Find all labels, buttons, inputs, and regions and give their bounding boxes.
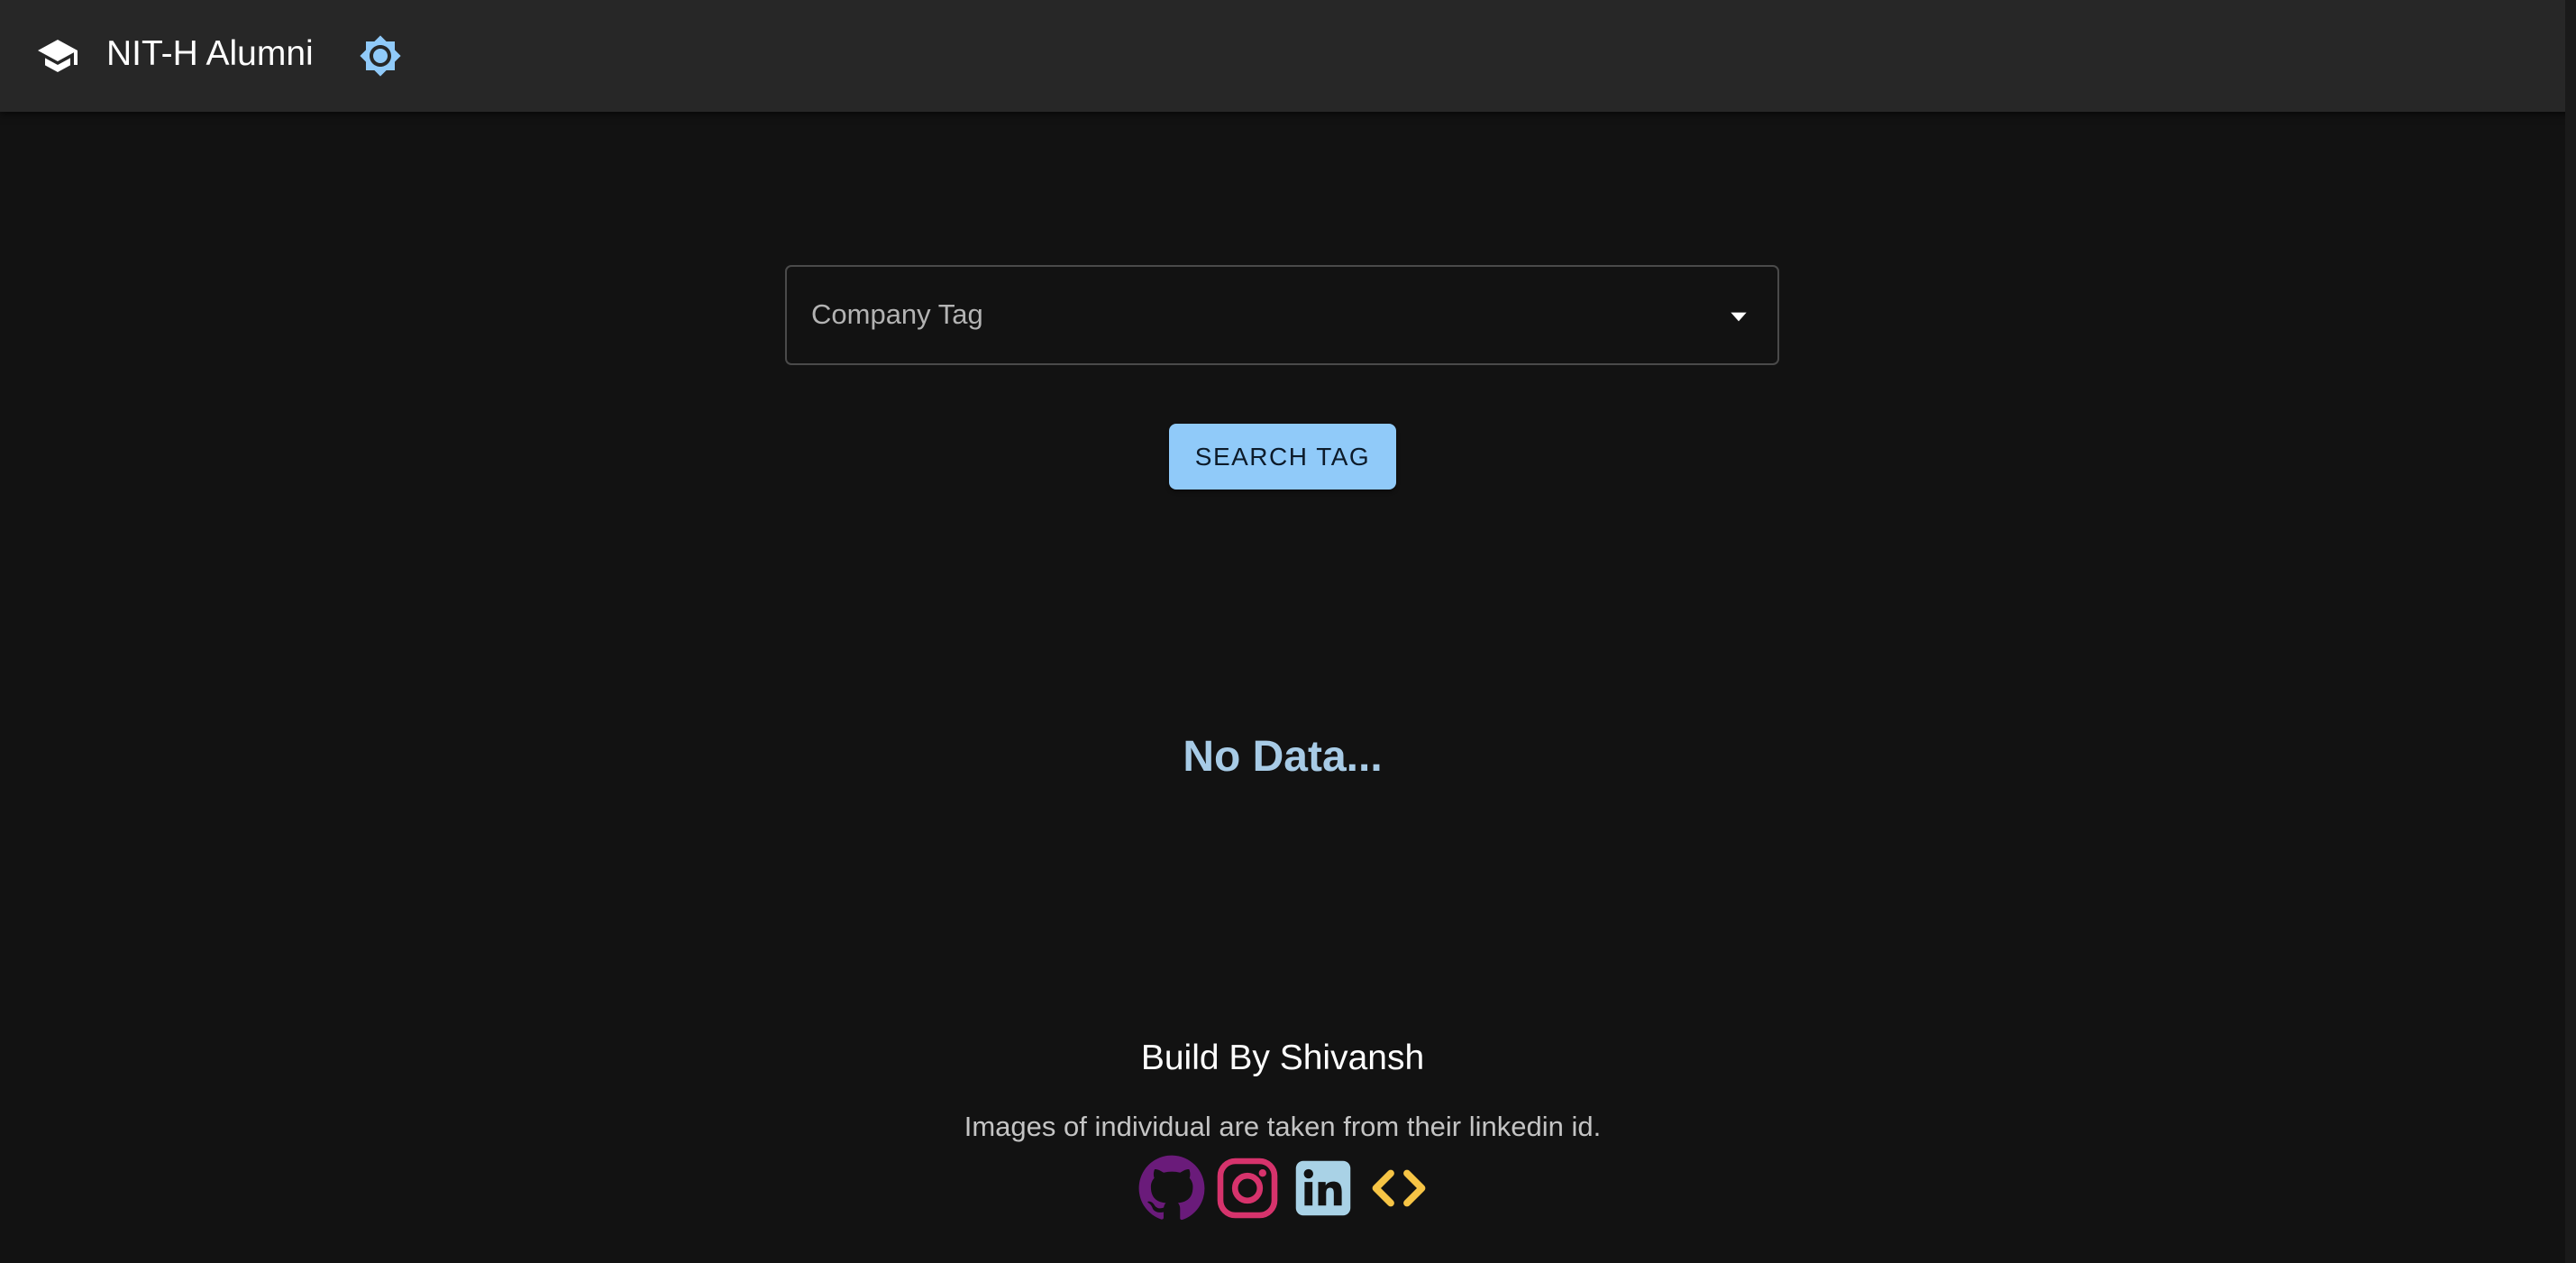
company-tag-label: Company Tag xyxy=(811,298,983,330)
theme-toggle-button[interactable] xyxy=(355,31,406,81)
linkedin-link[interactable] xyxy=(1289,1154,1357,1222)
graduation-cap-icon xyxy=(38,40,78,72)
github-link[interactable] xyxy=(1137,1154,1206,1222)
instagram-icon xyxy=(1217,1158,1278,1219)
dropdown-arrow-icon xyxy=(1731,312,1747,322)
brightness-icon xyxy=(360,35,401,77)
social-links xyxy=(1137,1154,1433,1222)
github-icon xyxy=(1138,1155,1205,1221)
empty-state-message: No Data... xyxy=(1183,733,1383,781)
search-tag-button[interactable]: SEARCH TAG xyxy=(1169,424,1396,490)
company-tag-select[interactable]: Company Tag xyxy=(785,265,1779,365)
footer-note: Images of individual are taken from thei… xyxy=(964,1111,1602,1142)
linkedin-icon xyxy=(1295,1160,1351,1216)
code-link[interactable] xyxy=(1365,1154,1433,1222)
app-bar: NIT-H Alumni xyxy=(0,0,2576,112)
page-scrollbar[interactable] xyxy=(2565,0,2576,1263)
instagram-link[interactable] xyxy=(1213,1154,1282,1222)
app-title: NIT-H Alumni xyxy=(106,34,314,73)
footer-title: Build By Shivansh xyxy=(1140,1039,1425,1077)
code-icon xyxy=(1372,1169,1426,1207)
